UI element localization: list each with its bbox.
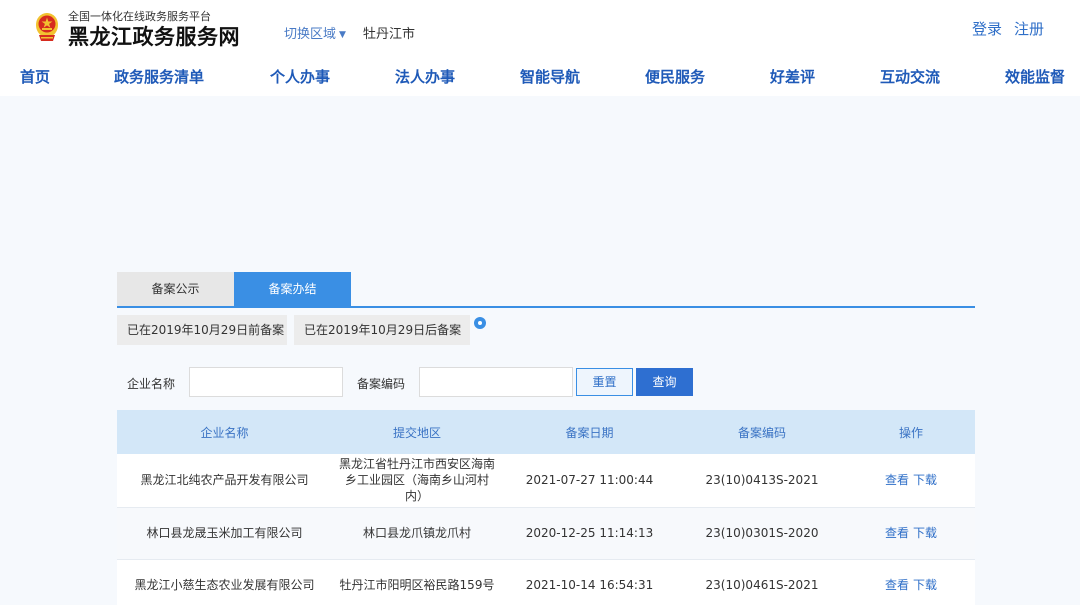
download-link[interactable]: 下载: [913, 473, 937, 487]
subtab-before-date[interactable]: 已在2019年10月29日前备案: [117, 315, 287, 345]
region-switch-label: 切换区域: [284, 27, 337, 42]
column-header-date: 备案日期: [502, 410, 677, 454]
cell-code: 23(10)0301S-2020: [677, 507, 847, 560]
region-switch-button[interactable]: 切换区域 ▼: [284, 23, 346, 42]
nav-item-legal-person[interactable]: 法人办事: [395, 66, 455, 87]
download-link[interactable]: 下载: [913, 526, 937, 540]
table-row: 林口县龙晟玉米加工有限公司 林口县龙爪镇龙爪村 2020-12-25 11:14…: [117, 507, 975, 560]
nav-item-interaction[interactable]: 互动交流: [880, 66, 940, 87]
nav-item-service-list[interactable]: 政务服务清单: [114, 66, 204, 87]
record-table: 企业名称 提交地区 备案日期 备案编码 操作 黑龙江北纯农产品开发有限公司 黑龙…: [117, 410, 975, 605]
cell-date: 2021-07-27 11:00:44: [502, 454, 677, 508]
record-code-input[interactable]: [419, 367, 573, 397]
cell-date: 2020-12-25 11:14:13: [502, 507, 677, 560]
reset-button[interactable]: 重置: [576, 368, 633, 396]
view-link[interactable]: 查看: [885, 473, 909, 487]
caret-down-icon: ▼: [339, 30, 346, 40]
company-name-input[interactable]: [189, 367, 343, 397]
nav-item-supervision[interactable]: 效能监督: [1005, 66, 1065, 87]
nav-item-rating[interactable]: 好差评: [770, 66, 815, 87]
tab-record-public[interactable]: 备案公示: [117, 272, 234, 306]
company-name-label: 企业名称: [127, 377, 176, 391]
view-link[interactable]: 查看: [885, 526, 909, 540]
view-link[interactable]: 查看: [885, 578, 909, 592]
column-header-region: 提交地区: [332, 410, 502, 454]
column-header-code: 备案编码: [677, 410, 847, 454]
main-nav: 首页 政务服务清单 个人办事 法人办事 智能导航 便民服务 好差评 互动交流 效…: [0, 62, 1080, 94]
cell-region: 林口县龙爪镇龙爪村: [332, 507, 502, 560]
table-row: 黑龙江小慈生态农业发展有限公司 牡丹江市阳明区裕民路159号 2021-10-1…: [117, 559, 975, 605]
subtab-after-date[interactable]: 已在2019年10月29日后备案: [294, 315, 470, 345]
cell-company: 黑龙江北纯农产品开发有限公司: [117, 454, 332, 508]
column-header-action: 操作: [847, 410, 975, 454]
cell-region: 黑龙江省牡丹江市西安区海南乡工业园区（海南乡山河村内）: [332, 454, 502, 508]
site-title[interactable]: 黑龙江政务服务网: [68, 21, 240, 51]
cell-action: 查看 下载: [847, 507, 975, 560]
cell-company: 黑龙江小慈生态农业发展有限公司: [117, 559, 332, 605]
national-emblem-icon: [36, 13, 58, 41]
cell-action: 查看 下载: [847, 454, 975, 508]
nav-item-home[interactable]: 首页: [20, 66, 50, 87]
cell-code: 23(10)0461S-2021: [677, 559, 847, 605]
cell-date: 2021-10-14 16:54:31: [502, 559, 677, 605]
cell-code: 23(10)0413S-2021: [677, 454, 847, 508]
nav-item-convenience[interactable]: 便民服务: [645, 66, 705, 87]
nav-item-smart-guide[interactable]: 智能导航: [520, 66, 580, 87]
cell-company: 林口县龙晟玉米加工有限公司: [117, 507, 332, 560]
record-tabs: 备案公示 备案办结: [117, 272, 975, 308]
site-header: 全国一体化在线政务服务平台 黑龙江政务服务网 切换区域 ▼ 牡丹江市 登录 注册 首…: [0, 0, 1080, 96]
table-row: 黑龙江北纯农产品开发有限公司 黑龙江省牡丹江市西安区海南乡工业园区（海南乡山河村…: [117, 454, 975, 508]
table-header-row: 企业名称 提交地区 备案日期 备案编码 操作: [117, 410, 975, 454]
register-link[interactable]: 注册: [1014, 20, 1044, 38]
nav-item-personal[interactable]: 个人办事: [270, 66, 330, 87]
cell-region: 牡丹江市阳明区裕民路159号: [332, 559, 502, 605]
column-header-company: 企业名称: [117, 410, 332, 454]
query-button[interactable]: 查询: [636, 368, 693, 396]
tab-record-completed[interactable]: 备案办结: [234, 272, 351, 306]
download-link[interactable]: 下载: [913, 578, 937, 592]
record-code-label: 备案编码: [357, 377, 406, 391]
auth-links: 登录 注册: [972, 18, 1044, 39]
current-region: 牡丹江市: [363, 27, 416, 42]
info-icon[interactable]: [474, 317, 486, 329]
cell-action: 查看 下载: [847, 559, 975, 605]
login-link[interactable]: 登录: [972, 20, 1002, 38]
